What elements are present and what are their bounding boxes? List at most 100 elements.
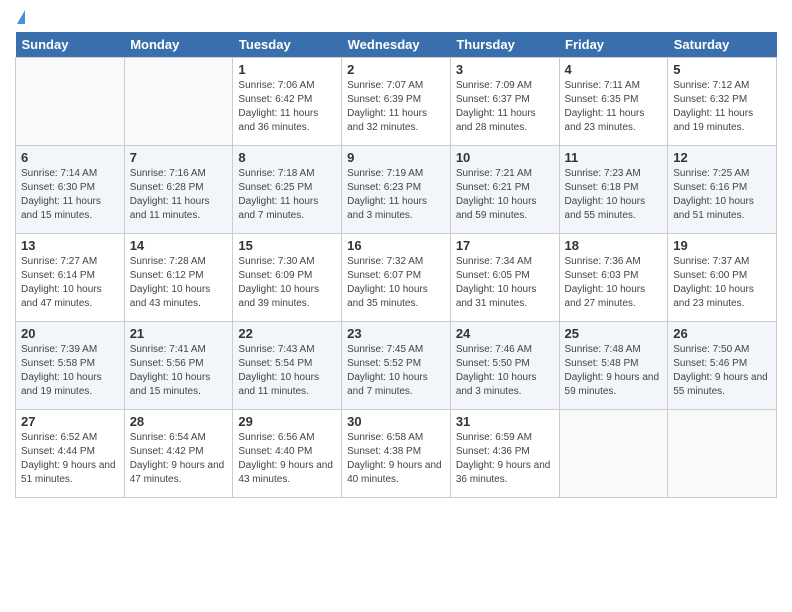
day-number: 8 <box>238 150 336 165</box>
calendar-week-row: 1 Sunrise: 7:06 AMSunset: 6:42 PMDaylight… <box>16 58 777 146</box>
calendar-cell <box>124 58 233 146</box>
calendar-cell: 30 Sunrise: 6:58 AMSunset: 4:38 PMDayligh… <box>342 410 451 498</box>
day-number: 19 <box>673 238 771 253</box>
cell-info: Sunrise: 6:59 AMSunset: 4:36 PMDaylight:… <box>456 431 554 487</box>
day-number: 20 <box>21 326 119 341</box>
calendar-cell: 21 Sunrise: 7:41 AMSunset: 5:56 PMDayligh… <box>124 322 233 410</box>
cell-info: Sunrise: 7:16 AMSunset: 6:28 PMDaylight:… <box>130 167 228 223</box>
cell-info: Sunrise: 7:06 AMSunset: 6:42 PMDaylight:… <box>238 79 336 135</box>
cell-info: Sunrise: 7:11 AMSunset: 6:35 PMDaylight:… <box>565 79 663 135</box>
cell-info: Sunrise: 7:28 AMSunset: 6:12 PMDaylight:… <box>130 255 228 311</box>
calendar-cell: 29Sunrise: 6:56 AMSunset: 4:40 PMDayligh… <box>233 410 342 498</box>
cell-info: Sunrise: 7:14 AMSunset: 6:30 PMDaylight:… <box>21 167 119 223</box>
cell-info: Sunrise: 7:36 AMSunset: 6:03 PMDaylight:… <box>565 255 663 311</box>
cell-info: Sunrise: 7:18 AMSunset: 6:25 PMDaylight:… <box>238 167 336 223</box>
day-number: 30 <box>347 414 445 429</box>
cell-info: Sunrise: 7:34 AMSunset: 6:05 PMDaylight:… <box>456 255 554 311</box>
calendar-cell: 6 Sunrise: 7:14 AMSunset: 6:30 PMDaylight… <box>16 146 125 234</box>
logo-triangle-icon <box>17 10 25 24</box>
calendar-cell: 2 Sunrise: 7:07 AMSunset: 6:39 PMDaylight… <box>342 58 451 146</box>
calendar-cell <box>668 410 777 498</box>
calendar-cell: 9 Sunrise: 7:19 AMSunset: 6:23 PMDaylight… <box>342 146 451 234</box>
calendar-header-row: SundayMondayTuesdayWednesdayThursdayFrid… <box>16 32 777 58</box>
day-number: 27 <box>21 414 119 429</box>
calendar-week-row: 6 Sunrise: 7:14 AMSunset: 6:30 PMDaylight… <box>16 146 777 234</box>
day-number: 22 <box>238 326 336 341</box>
calendar-body: 1 Sunrise: 7:06 AMSunset: 6:42 PMDaylight… <box>16 58 777 498</box>
cell-info: Sunrise: 6:54 AMSunset: 4:42 PMDaylight:… <box>130 431 228 487</box>
day-header-saturday: Saturday <box>668 32 777 58</box>
cell-info: Sunrise: 7:45 AMSunset: 5:52 PMDaylight:… <box>347 343 445 399</box>
day-number: 26 <box>673 326 771 341</box>
day-number: 3 <box>456 62 554 77</box>
day-number: 23 <box>347 326 445 341</box>
calendar-cell: 12 Sunrise: 7:25 AMSunset: 6:16 PMDayligh… <box>668 146 777 234</box>
calendar-cell: 10Sunrise: 7:21 AMSunset: 6:21 PMDayligh… <box>450 146 559 234</box>
calendar-cell: 18 Sunrise: 7:36 AMSunset: 6:03 PMDayligh… <box>559 234 668 322</box>
calendar-week-row: 27Sunrise: 6:52 AMSunset: 4:44 PMDayligh… <box>16 410 777 498</box>
calendar-cell: 14 Sunrise: 7:28 AMSunset: 6:12 PMDayligh… <box>124 234 233 322</box>
day-number: 10 <box>456 150 554 165</box>
page: SundayMondayTuesdayWednesdayThursdayFrid… <box>0 0 792 612</box>
cell-info: Sunrise: 7:46 AMSunset: 5:50 PMDaylight:… <box>456 343 554 399</box>
cell-info: Sunrise: 7:41 AMSunset: 5:56 PMDaylight:… <box>130 343 228 399</box>
day-number: 9 <box>347 150 445 165</box>
day-header-wednesday: Wednesday <box>342 32 451 58</box>
cell-info: Sunrise: 7:07 AMSunset: 6:39 PMDaylight:… <box>347 79 445 135</box>
calendar-cell: 28 Sunrise: 6:54 AMSunset: 4:42 PMDayligh… <box>124 410 233 498</box>
day-number: 5 <box>673 62 771 77</box>
day-number: 1 <box>238 62 336 77</box>
calendar-cell: 16 Sunrise: 7:32 AMSunset: 6:07 PMDayligh… <box>342 234 451 322</box>
cell-info: Sunrise: 7:25 AMSunset: 6:16 PMDaylight:… <box>673 167 771 223</box>
day-number: 6 <box>21 150 119 165</box>
calendar-cell <box>16 58 125 146</box>
calendar-cell: 15Sunrise: 7:30 AMSunset: 6:09 PMDayligh… <box>233 234 342 322</box>
calendar-cell: 13 Sunrise: 7:27 AMSunset: 6:14 PMDayligh… <box>16 234 125 322</box>
day-number: 25 <box>565 326 663 341</box>
day-number: 29 <box>238 414 336 429</box>
calendar-cell: 31 Sunrise: 6:59 AMSunset: 4:36 PMDayligh… <box>450 410 559 498</box>
day-number: 24 <box>456 326 554 341</box>
day-number: 12 <box>673 150 771 165</box>
cell-info: Sunrise: 7:19 AMSunset: 6:23 PMDaylight:… <box>347 167 445 223</box>
cell-info: Sunrise: 7:12 AMSunset: 6:32 PMDaylight:… <box>673 79 771 135</box>
calendar-cell: 3 Sunrise: 7:09 AMSunset: 6:37 PMDaylight… <box>450 58 559 146</box>
cell-info: Sunrise: 7:43 AMSunset: 5:54 PMDaylight:… <box>238 343 336 399</box>
day-number: 17 <box>456 238 554 253</box>
day-number: 28 <box>130 414 228 429</box>
day-number: 16 <box>347 238 445 253</box>
cell-info: Sunrise: 7:32 AMSunset: 6:07 PMDaylight:… <box>347 255 445 311</box>
calendar-cell: 23 Sunrise: 7:45 AMSunset: 5:52 PMDayligh… <box>342 322 451 410</box>
cell-info: Sunrise: 6:58 AMSunset: 4:38 PMDaylight:… <box>347 431 445 487</box>
day-number: 21 <box>130 326 228 341</box>
day-number: 2 <box>347 62 445 77</box>
calendar-cell: 27Sunrise: 6:52 AMSunset: 4:44 PMDayligh… <box>16 410 125 498</box>
day-number: 11 <box>565 150 663 165</box>
calendar-cell: 11Sunrise: 7:23 AMSunset: 6:18 PMDayligh… <box>559 146 668 234</box>
calendar-week-row: 20Sunrise: 7:39 AMSunset: 5:58 PMDayligh… <box>16 322 777 410</box>
day-header-monday: Monday <box>124 32 233 58</box>
day-number: 13 <box>21 238 119 253</box>
day-number: 4 <box>565 62 663 77</box>
day-header-sunday: Sunday <box>16 32 125 58</box>
calendar-cell: 1 Sunrise: 7:06 AMSunset: 6:42 PMDaylight… <box>233 58 342 146</box>
calendar-cell: 19 Sunrise: 7:37 AMSunset: 6:00 PMDayligh… <box>668 234 777 322</box>
calendar-cell: 7Sunrise: 7:16 AMSunset: 6:28 PMDaylight… <box>124 146 233 234</box>
calendar-cell: 22 Sunrise: 7:43 AMSunset: 5:54 PMDayligh… <box>233 322 342 410</box>
header <box>15 10 777 26</box>
day-number: 31 <box>456 414 554 429</box>
calendar-cell: 17 Sunrise: 7:34 AMSunset: 6:05 PMDayligh… <box>450 234 559 322</box>
cell-info: Sunrise: 7:27 AMSunset: 6:14 PMDaylight:… <box>21 255 119 311</box>
calendar-table: SundayMondayTuesdayWednesdayThursdayFrid… <box>15 32 777 498</box>
calendar-cell <box>559 410 668 498</box>
calendar-cell: 20Sunrise: 7:39 AMSunset: 5:58 PMDayligh… <box>16 322 125 410</box>
day-number: 18 <box>565 238 663 253</box>
cell-info: Sunrise: 7:37 AMSunset: 6:00 PMDaylight:… <box>673 255 771 311</box>
day-header-tuesday: Tuesday <box>233 32 342 58</box>
day-number: 14 <box>130 238 228 253</box>
calendar-cell: 4 Sunrise: 7:11 AMSunset: 6:35 PMDaylight… <box>559 58 668 146</box>
cell-info: Sunrise: 7:09 AMSunset: 6:37 PMDaylight:… <box>456 79 554 135</box>
calendar-cell: 5 Sunrise: 7:12 AMSunset: 6:32 PMDaylight… <box>668 58 777 146</box>
cell-info: Sunrise: 7:30 AMSunset: 6:09 PMDaylight:… <box>238 255 336 311</box>
cell-info: Sunrise: 7:48 AMSunset: 5:48 PMDaylight:… <box>565 343 663 399</box>
